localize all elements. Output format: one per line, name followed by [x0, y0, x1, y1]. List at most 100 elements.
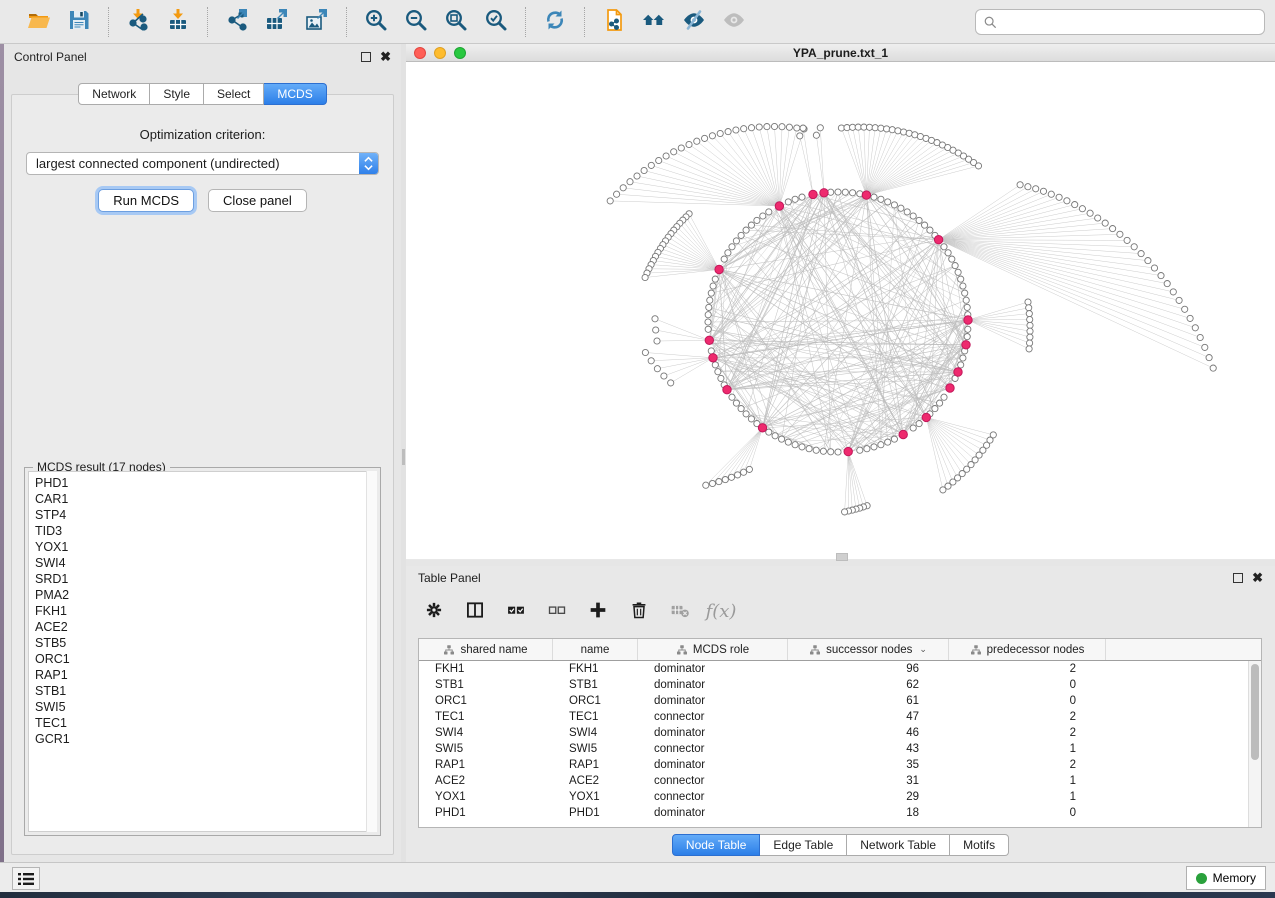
graph-node[interactable] [642, 349, 648, 355]
table-row[interactable]: SWI5SWI5connector431 [419, 741, 1261, 757]
graph-node[interactable] [940, 487, 946, 493]
graph-node[interactable] [800, 125, 806, 131]
graph-node[interactable] [702, 135, 708, 141]
graph-node[interactable] [741, 469, 747, 475]
split-table-button[interactable] [463, 600, 487, 622]
graph-node[interactable] [927, 227, 933, 233]
graph-node[interactable] [1151, 265, 1157, 271]
graph-node[interactable] [748, 222, 754, 228]
graph-node[interactable] [686, 141, 692, 147]
graph-node[interactable] [729, 244, 735, 250]
graph-node[interactable] [958, 362, 964, 368]
graph-node[interactable] [792, 442, 798, 448]
graph-node[interactable] [813, 447, 819, 453]
zoom-in-button[interactable] [361, 7, 391, 37]
graph-node[interactable] [794, 125, 800, 131]
graph-node[interactable] [1206, 355, 1212, 361]
graph-node[interactable] [729, 394, 735, 400]
graph-node[interactable] [620, 185, 626, 191]
graph-node[interactable] [878, 125, 884, 131]
mcds-hub-node[interactable] [705, 336, 713, 344]
column-header-predecessor-nodes[interactable]: predecessor nodes [949, 639, 1106, 660]
graph-node[interactable] [797, 133, 803, 139]
graph-node[interactable] [785, 199, 791, 205]
graph-node[interactable] [648, 162, 654, 168]
graph-node[interactable] [717, 130, 723, 136]
graph-node[interactable] [1040, 188, 1046, 194]
graph-node[interactable] [1145, 258, 1151, 264]
mcds-hub-node[interactable] [715, 265, 723, 273]
open-file-button[interactable] [24, 7, 54, 37]
mcds-result-list[interactable]: PHD1CAR1STP4TID3YOX1SWI4SRD1PMA2FKH1ACE2… [28, 471, 377, 832]
graph-node[interactable] [779, 436, 785, 442]
graph-node[interactable] [857, 447, 863, 453]
graph-node[interactable] [741, 126, 747, 132]
result-node-item[interactable]: SWI4 [35, 555, 376, 571]
memory-button[interactable]: Memory [1186, 866, 1266, 890]
close-window-icon[interactable] [414, 47, 426, 59]
graph-node[interactable] [835, 449, 841, 455]
result-node-item[interactable]: CAR1 [35, 491, 376, 507]
close-panel-icon[interactable]: ✖ [1252, 573, 1263, 583]
graph-node[interactable] [706, 304, 712, 310]
graph-node[interactable] [1087, 210, 1093, 216]
graph-node[interactable] [904, 209, 910, 215]
table-row[interactable]: ORC1ORC1dominator610 [419, 693, 1261, 709]
graph-node[interactable] [1170, 289, 1176, 295]
graph-node[interactable] [850, 190, 856, 196]
graph-node[interactable] [910, 213, 916, 219]
graph-node[interactable] [1210, 365, 1216, 371]
graph-node[interactable] [779, 124, 785, 130]
graph-node[interactable] [1138, 251, 1144, 257]
graph-node[interactable] [735, 472, 741, 478]
mcds-hub-node[interactable] [899, 430, 907, 438]
show-all-button[interactable] [639, 7, 669, 37]
graph-node[interactable] [671, 149, 677, 155]
graph-node[interactable] [634, 173, 640, 179]
mcds-hub-node[interactable] [723, 386, 731, 394]
table-row[interactable]: RAP1RAP1dominator352 [419, 757, 1261, 773]
graph-node[interactable] [828, 449, 834, 455]
graph-node[interactable] [738, 406, 744, 412]
graph-node[interactable] [721, 256, 727, 262]
graph-node[interactable] [712, 362, 718, 368]
graph-node[interactable] [710, 283, 716, 289]
zoom-selected-button[interactable] [481, 7, 511, 37]
graph-node[interactable] [1110, 226, 1116, 232]
mcds-hub-node[interactable] [758, 424, 766, 432]
graph-node[interactable] [656, 157, 662, 163]
result-node-item[interactable]: FKH1 [35, 603, 376, 619]
result-node-item[interactable]: STB5 [35, 635, 376, 651]
tab-node-table[interactable]: Node Table [672, 834, 761, 856]
graph-node[interactable] [642, 274, 648, 280]
mcds-hub-node[interactable] [946, 384, 954, 392]
graph-node[interactable] [607, 198, 613, 204]
graph-node[interactable] [866, 124, 872, 130]
network-titlebar[interactable]: YPA_prune.txt_1 [406, 44, 1275, 62]
mcds-hub-node[interactable] [954, 368, 962, 376]
mcds-hub-node[interactable] [934, 236, 942, 244]
graph-node[interactable] [949, 256, 955, 262]
graph-node[interactable] [884, 126, 890, 132]
hide-selected-button[interactable] [679, 7, 709, 37]
graph-node[interactable] [941, 244, 947, 250]
new-network-from-selection-button[interactable] [599, 7, 629, 37]
column-header-successor-nodes[interactable]: successor nodes⌄ [788, 639, 949, 660]
deselect-all-button[interactable] [545, 600, 569, 622]
delete-column-button[interactable] [627, 600, 651, 622]
graph-node[interactable] [708, 290, 714, 296]
graph-node[interactable] [716, 479, 722, 485]
graph-node[interactable] [872, 125, 878, 131]
float-panel-icon[interactable] [1233, 573, 1243, 583]
graph-node[interactable] [952, 263, 958, 269]
import-table-button[interactable] [163, 7, 193, 37]
graph-node[interactable] [738, 232, 744, 238]
import-network-button[interactable] [123, 7, 153, 37]
graph-node[interactable] [1182, 306, 1188, 312]
graph-node[interactable] [1072, 202, 1078, 208]
graph-node[interactable] [1027, 328, 1033, 334]
graph-node[interactable] [960, 283, 966, 289]
table-row[interactable]: TEC1TEC1connector472 [419, 709, 1261, 725]
graph-node[interactable] [707, 297, 713, 303]
graph-node[interactable] [614, 191, 620, 197]
